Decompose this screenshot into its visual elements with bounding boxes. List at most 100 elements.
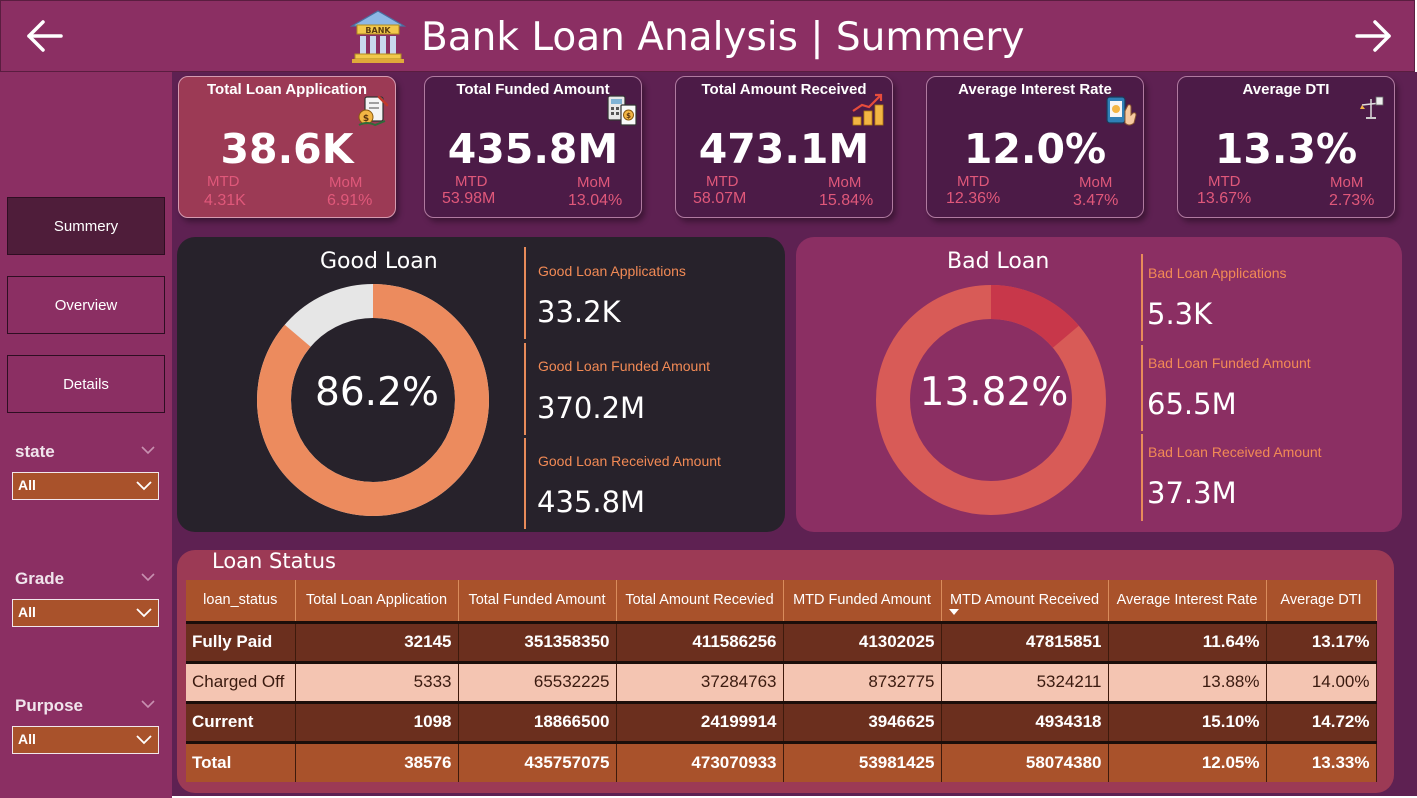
arrow-left-icon[interactable] bbox=[23, 11, 67, 61]
loan-status-table: loan_status Total Loan Application Total… bbox=[186, 580, 1377, 782]
table-cell: 13.33% bbox=[1266, 740, 1377, 782]
balance-scale-icon bbox=[1360, 96, 1384, 119]
table-row[interactable]: Fully Paid 32145 351358350 411586256 413… bbox=[186, 620, 1377, 662]
kpi-mom-label: MoM bbox=[577, 174, 611, 191]
table-cell: Fully Paid bbox=[186, 620, 296, 662]
table-cell: 15.10% bbox=[1108, 700, 1267, 742]
table-cell: 24199914 bbox=[616, 700, 784, 742]
table-cell: 411586256 bbox=[616, 620, 784, 662]
table-cell: 47815851 bbox=[941, 620, 1109, 662]
kpi-mom-value: 2.73% bbox=[1329, 192, 1375, 209]
column-header[interactable]: Total Loan Application bbox=[295, 580, 459, 622]
kpi-mom-label: MoM bbox=[828, 174, 862, 191]
mobile-payment-icon bbox=[1106, 96, 1137, 126]
grade-filter-value: All bbox=[18, 604, 36, 620]
column-header[interactable]: Average Interest Rate bbox=[1108, 580, 1267, 622]
table-cell: 8732775 bbox=[783, 660, 942, 702]
table-cell: 37284763 bbox=[616, 660, 784, 702]
table-cell: 38576 bbox=[295, 740, 459, 782]
table-cell: 65532225 bbox=[458, 660, 617, 702]
bad-loan-title: Bad Loan bbox=[947, 249, 1050, 274]
kpi-mom-label: MoM bbox=[1079, 174, 1113, 191]
kpi-mtd-value: 13.67% bbox=[1197, 190, 1252, 207]
column-header[interactable]: Total Funded Amount bbox=[458, 580, 617, 622]
kpi-average-interest-rate: Average Interest Rate 12.0% MTD MoM 12.3… bbox=[926, 76, 1144, 218]
kpi-total-loan-application: Total Loan Application $ 38.6K MTD MoM 4… bbox=[178, 76, 396, 218]
kpi-mom-value: 13.04% bbox=[568, 192, 623, 209]
column-header[interactable]: Average DTI bbox=[1266, 580, 1377, 622]
table-cell: 351358350 bbox=[458, 620, 617, 662]
grade-filter-dropdown[interactable]: All bbox=[12, 599, 159, 627]
state-filter-label: state bbox=[15, 442, 55, 461]
arrow-right-icon[interactable] bbox=[1351, 11, 1395, 61]
bad-loan-percent: 13.82% bbox=[919, 370, 1069, 415]
svg-text:$: $ bbox=[626, 112, 631, 120]
table-cell: 435757075 bbox=[458, 740, 617, 782]
good-loan-title: Good Loan bbox=[320, 249, 438, 274]
good-loan-percent: 86.2% bbox=[315, 370, 439, 415]
chevron-down-icon[interactable] bbox=[140, 699, 156, 709]
column-header-sorted[interactable]: MTD Amount Received bbox=[941, 580, 1109, 622]
table-row[interactable]: Current 1098 18866500 24199914 3946625 4… bbox=[186, 700, 1377, 742]
kpi-mom-label: MoM bbox=[1330, 174, 1364, 191]
table-row[interactable]: Charged Off 5333 65532225 37284763 87327… bbox=[186, 660, 1377, 702]
bad-loan-applications-label: Bad Loan Applications bbox=[1148, 265, 1287, 281]
bad-loan-card: Bad Loan 13.82% Bad Loan Applications 5.… bbox=[796, 237, 1402, 532]
bad-loan-received-label: Bad Loan Received Amount bbox=[1148, 444, 1322, 460]
chevron-down-icon[interactable] bbox=[140, 572, 156, 582]
kpi-value: 38.6K bbox=[220, 125, 354, 173]
bank-icon: BANK bbox=[349, 10, 407, 63]
nav-summery-button[interactable]: Summery bbox=[7, 197, 165, 255]
stat-divider bbox=[524, 247, 526, 339]
bad-loan-funded-label: Bad Loan Funded Amount bbox=[1148, 355, 1311, 371]
stat-divider bbox=[1141, 345, 1143, 431]
kpi-value: 435.8M bbox=[447, 125, 619, 173]
chevron-down-icon bbox=[136, 608, 152, 618]
column-header[interactable]: Total Amount Recevied bbox=[616, 580, 784, 622]
nav-details-button[interactable]: Details bbox=[7, 355, 165, 413]
good-loan-applications-label: Good Loan Applications bbox=[538, 263, 686, 279]
table-cell: 5333 bbox=[295, 660, 459, 702]
purpose-filter-label: Purpose bbox=[15, 696, 84, 715]
state-filter-dropdown[interactable]: All bbox=[12, 472, 159, 500]
column-header[interactable]: MTD Funded Amount bbox=[783, 580, 942, 622]
table-total-row: Total 38576 435757075 473070933 53981425… bbox=[186, 740, 1377, 782]
table-header-row: loan_status Total Loan Application Total… bbox=[186, 580, 1377, 622]
kpi-mom-value: 15.84% bbox=[819, 192, 874, 209]
table-cell: 473070933 bbox=[616, 740, 784, 782]
kpi-value: 13.3% bbox=[1214, 125, 1358, 173]
kpi-mom-label: MoM bbox=[329, 174, 363, 191]
kpi-mtd-value: 53.98M bbox=[442, 190, 496, 207]
kpi-mtd-label: MTD bbox=[957, 173, 990, 190]
nav-overview-button[interactable]: Overview bbox=[7, 276, 165, 334]
table-cell: 5324211 bbox=[941, 660, 1109, 702]
stat-divider bbox=[1141, 434, 1143, 521]
chevron-down-icon bbox=[136, 735, 152, 745]
good-loan-funded-value: 370.2M bbox=[537, 391, 646, 425]
purpose-filter-dropdown[interactable]: All bbox=[12, 726, 159, 754]
funding-calculator-icon: $ bbox=[607, 95, 637, 126]
kpi-mom-value: 3.47% bbox=[1073, 192, 1119, 209]
table-cell: 58074380 bbox=[941, 740, 1109, 782]
good-loan-funded-label: Good Loan Funded Amount bbox=[538, 358, 711, 374]
table-cell: 13.88% bbox=[1108, 660, 1267, 702]
table-cell: 53981425 bbox=[783, 740, 942, 782]
table-cell: 14.72% bbox=[1266, 700, 1377, 742]
grade-filter-label: Grade bbox=[15, 569, 65, 588]
stat-divider bbox=[1141, 254, 1143, 341]
kpi-average-dti: Average DTI 13.3% MTD MoM 13.67% 2.73% bbox=[1177, 76, 1395, 218]
table-cell: 3946625 bbox=[783, 700, 942, 742]
kpi-mom-value: 6.91% bbox=[327, 192, 373, 209]
kpi-mtd-value: 12.36% bbox=[946, 190, 1001, 207]
loan-application-icon: $ bbox=[358, 95, 389, 127]
column-header-label: MTD Amount Received bbox=[949, 592, 1100, 609]
state-filter-value: All bbox=[18, 477, 36, 493]
column-header[interactable]: loan_status bbox=[186, 580, 296, 622]
table-cell: 18866500 bbox=[458, 700, 617, 742]
kpi-value: 12.0% bbox=[963, 125, 1107, 173]
chevron-down-icon[interactable] bbox=[140, 445, 156, 455]
good-loan-applications-value: 33.2K bbox=[537, 295, 621, 329]
good-loan-received-label: Good Loan Received Amount bbox=[538, 453, 721, 469]
table-cell: Current bbox=[186, 700, 296, 742]
good-loan-received-value: 435.8M bbox=[537, 485, 646, 519]
